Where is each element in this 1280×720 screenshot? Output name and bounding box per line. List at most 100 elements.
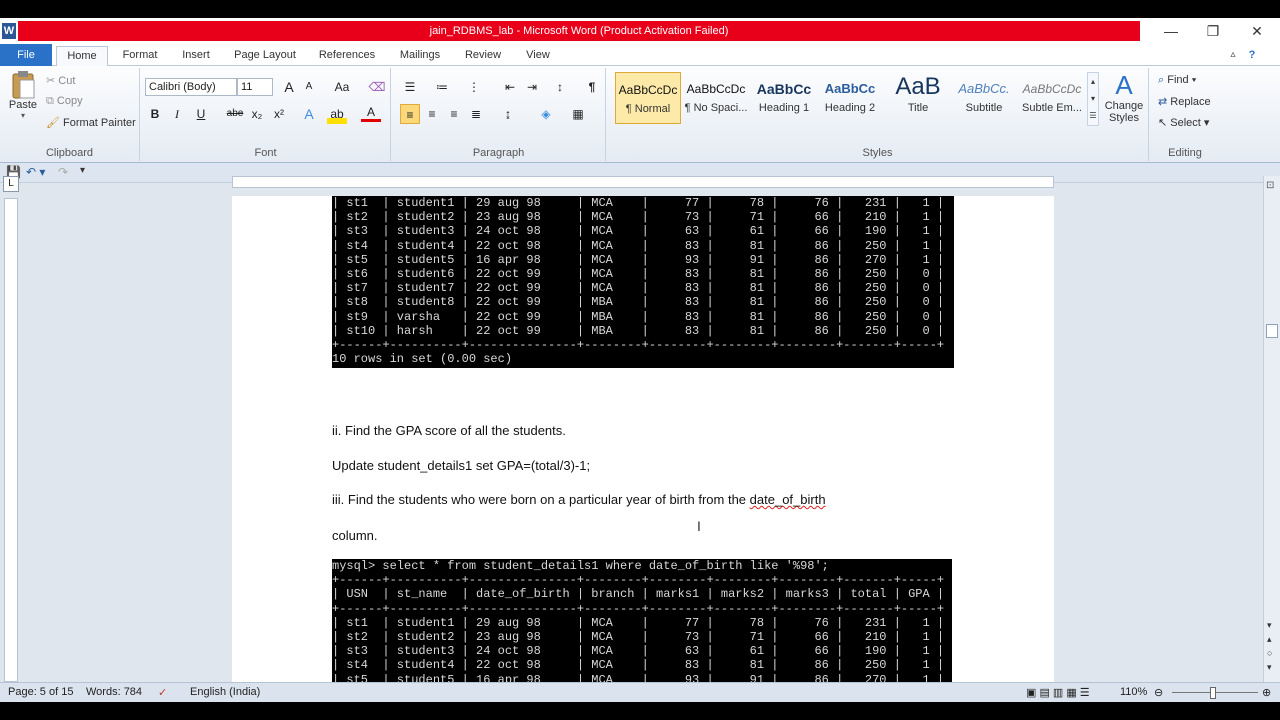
show-formatting-button[interactable]: ¶ <box>582 77 602 97</box>
decrease-indent-icon[interactable]: ⇤ <box>500 77 520 97</box>
restore-button[interactable]: ❐ <box>1198 21 1228 41</box>
scroll-down-icon[interactable]: ▾ <box>1267 620 1272 631</box>
format-painter-button[interactable]: 🖌 Format Painter <box>46 116 136 129</box>
replace-button[interactable]: ⇄ Replace <box>1158 95 1211 108</box>
tab-references[interactable]: References <box>312 46 382 66</box>
style-subtle-emphasis[interactable]: AaBbCcDc Subtle Em... <box>1019 72 1085 124</box>
font-color-icon[interactable]: A <box>361 104 381 122</box>
clipboard-group: Paste ▾ ✂ Cut ⧉ Copy 🖌 Format Painter Cl… <box>0 68 140 161</box>
superscript-button[interactable]: x² <box>269 104 289 124</box>
styles-label: Styles <box>862 147 893 159</box>
language[interactable]: English (India) <box>190 686 260 698</box>
numbering-icon[interactable]: ≔ <box>432 77 452 97</box>
next-page-icon[interactable]: ▾ <box>1267 662 1272 673</box>
horizontal-ruler[interactable] <box>232 176 1054 188</box>
zoom-out-icon[interactable]: ⊖ <box>1154 686 1163 699</box>
update-statement: Update student_details1 set GPA=(total/3… <box>332 458 591 473</box>
word-app-icon[interactable]: W <box>2 23 16 39</box>
zoom-in-icon[interactable]: ⊕ <box>1262 686 1271 699</box>
strikethrough-button[interactable]: abe <box>223 104 247 124</box>
text-effects-icon[interactable]: A <box>299 104 319 124</box>
customize-qat-icon[interactable]: ▾ <box>80 165 85 176</box>
font-size-select[interactable]: 11 <box>237 78 273 96</box>
redo-icon[interactable]: ↷ <box>58 165 68 179</box>
grow-font-button[interactable]: A <box>279 77 299 97</box>
clear-formatting-icon[interactable]: ⌫ <box>367 77 387 97</box>
tab-format[interactable]: Format <box>116 46 164 66</box>
undo-icon[interactable]: ↶ ▾ <box>26 165 45 179</box>
document-page[interactable]: | st1 | student1 | 29 aug 98 | MCA | 77 … <box>232 196 1054 682</box>
paste-button[interactable]: Paste ▾ <box>8 70 38 120</box>
bold-button[interactable]: B <box>145 104 165 124</box>
multilevel-list-icon[interactable]: ⋮ <box>464 77 484 97</box>
zoom-slider-thumb[interactable] <box>1210 687 1216 699</box>
change-case-button[interactable]: Aa <box>329 77 355 97</box>
style-normal[interactable]: AaBbCcDc ¶ Normal <box>615 72 681 124</box>
tab-review[interactable]: Review <box>458 46 508 66</box>
italic-button[interactable]: I <box>167 104 187 124</box>
close-button[interactable]: ✕ <box>1242 21 1272 41</box>
align-right-icon[interactable]: ≡ <box>444 104 464 124</box>
zoom-level[interactable]: 110% <box>1120 686 1147 698</box>
align-left-icon[interactable]: ≡ <box>400 104 420 124</box>
style-heading-2[interactable]: AaBbCc Heading 2 <box>817 72 883 124</box>
scrollbar-thumb[interactable] <box>1266 324 1278 338</box>
change-styles-button[interactable]: A Change Styles <box>1103 70 1145 124</box>
tab-home[interactable]: Home <box>56 46 108 66</box>
font-family-select[interactable]: Calibri (Body) <box>145 78 237 96</box>
ruler-toggle-icon[interactable]: ⊡ <box>1266 180 1274 191</box>
shrink-font-button[interactable]: A <box>299 77 319 97</box>
shading-icon[interactable]: ◈ <box>536 104 556 124</box>
question-iii: iii. Find the students who were born on … <box>332 492 826 507</box>
cut-button[interactable]: ✂ Cut <box>46 74 75 87</box>
view-buttons[interactable]: ▣ ▤ ▥ ▦ ☰ <box>1026 686 1090 699</box>
align-center-icon[interactable]: ≡ <box>422 104 442 124</box>
page-count[interactable]: Page: 5 of 15 <box>8 686 73 698</box>
terminal-bottom-line: mysql> select * from student_details1 wh… <box>332 559 829 573</box>
sort-icon[interactable]: ↕ <box>550 77 570 97</box>
justify-icon[interactable]: ≣ <box>466 104 486 124</box>
increase-indent-icon[interactable]: ⇥ <box>522 77 542 97</box>
underline-button[interactable]: U <box>191 104 211 124</box>
subscript-button[interactable]: x₂ <box>247 104 267 124</box>
browse-object-icon[interactable]: ○ <box>1267 648 1272 658</box>
style-subtitle[interactable]: AaBbCc. Subtitle <box>951 72 1017 124</box>
line-spacing-icon[interactable]: ↨ <box>498 104 518 124</box>
proofing-icon[interactable]: ✓ <box>158 686 167 699</box>
minimize-button[interactable]: — <box>1156 21 1186 41</box>
terminal-bottom-line: | st1 | student1 | 29 aug 98 | MCA | 77 … <box>332 615 945 630</box>
tab-page-layout[interactable]: Page Layout <box>228 46 302 66</box>
style-no-spacing[interactable]: AaBbCcDc ¶ No Spaci... <box>683 72 749 124</box>
terminal-bottom-line: +------+----------+---------------+-----… <box>332 573 945 588</box>
question-iii-column: column. <box>332 528 378 543</box>
paintbrush-icon: 🖌 <box>46 117 60 129</box>
terminal-top-line: 10 rows in set (0.00 sec) <box>332 352 513 367</box>
terminal-screenshot-bottom: mysql> select * from student_details1 wh… <box>332 559 952 682</box>
previous-page-icon[interactable]: ▴ <box>1267 634 1272 645</box>
terminal-top-line: | st8 | student8 | 22 oct 99 | MBA | 83 … <box>332 295 945 310</box>
vertical-scrollbar[interactable]: ⊡ ▾ ▴ ○ ▾ <box>1263 176 1280 682</box>
style-title[interactable]: AaB Title <box>885 72 951 124</box>
borders-icon[interactable]: ▦ <box>568 104 588 124</box>
terminal-top-line: | st2 | student2 | 23 aug 98 | MCA | 73 … <box>332 210 945 225</box>
copy-button[interactable]: ⧉ Copy <box>46 95 83 108</box>
vertical-ruler[interactable] <box>4 198 18 682</box>
tab-selector-icon[interactable]: L <box>3 176 19 192</box>
ribbon-collapse-icon[interactable]: ▵ <box>1226 46 1240 66</box>
window-title: jain_RDBMS_lab - Microsoft Word (Product… <box>18 21 1140 41</box>
tab-mailings[interactable]: Mailings <box>392 46 448 66</box>
tab-view[interactable]: View <box>516 46 560 66</box>
highlight-icon[interactable]: ab <box>327 104 347 124</box>
tab-insert[interactable]: Insert <box>172 46 220 66</box>
select-button[interactable]: ↖ Select ▾ <box>1158 116 1209 129</box>
find-button[interactable]: ⌕ Find ▾ <box>1158 74 1196 87</box>
help-icon[interactable]: ? <box>1244 46 1260 66</box>
font-label: Font <box>254 147 277 159</box>
word-window: W jain_RDBMS_lab - Microsoft Word (Produ… <box>0 18 1280 702</box>
tab-file[interactable]: File <box>0 44 52 66</box>
word-count[interactable]: Words: 784 <box>86 686 142 698</box>
bullets-icon[interactable]: ☰ <box>400 77 420 97</box>
style-heading-1[interactable]: AaBbCc Heading 1 <box>751 72 817 124</box>
styles-scroll-icon[interactable]: ▴ ▾ ☰ <box>1087 72 1099 126</box>
copy-icon: ⧉ <box>46 95 54 107</box>
